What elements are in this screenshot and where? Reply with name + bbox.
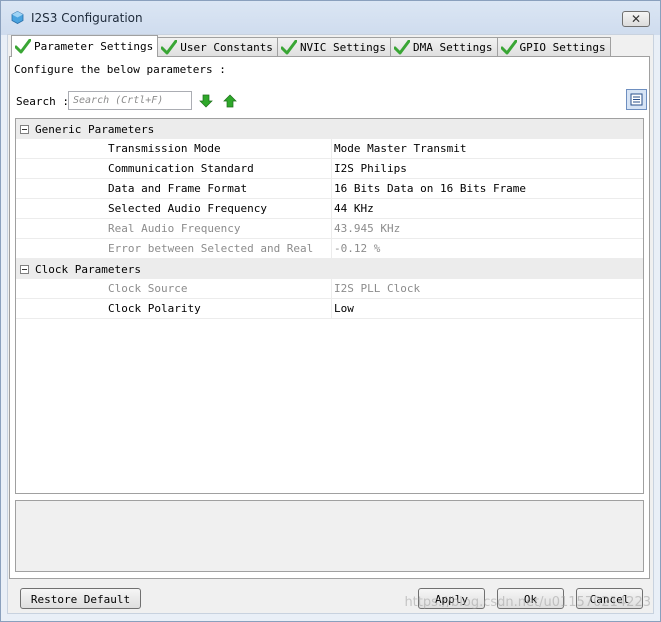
tab-nvic-settings[interactable]: NVIC Settings [276, 37, 392, 56]
collapse-icon[interactable] [20, 124, 29, 134]
list-view-icon [630, 93, 643, 106]
tab-gpio-settings[interactable]: GPIO Settings [496, 37, 611, 56]
group-title: Generic Parameters [35, 122, 155, 136]
tab-dma-settings[interactable]: DMA Settings [390, 37, 498, 56]
close-button[interactable]: ✕ [622, 11, 650, 27]
tab-label: Parameter Settings [34, 40, 154, 53]
description-box [15, 500, 644, 572]
param-row-transmission-mode[interactable]: Transmission Mode Mode Master Transmit [16, 139, 643, 159]
group-header-clock-parameters[interactable]: Clock Parameters [16, 259, 643, 279]
param-value[interactable]: Mode Master Transmit [332, 139, 466, 158]
param-value: -0.12 % [334, 242, 381, 255]
dialog-client: Parameter Settings User Constants NVIC S… [7, 34, 654, 614]
checkmark-icon [500, 39, 517, 54]
param-name: Transmission Mode [16, 139, 332, 158]
param-value[interactable]: 16 Bits Data on 16 Bits Frame [332, 179, 526, 198]
param-value[interactable]: Low [332, 299, 354, 318]
param-row-clock-polarity[interactable]: Clock Polarity Low [16, 299, 643, 319]
checkmark-icon [15, 39, 31, 54]
tab-label: DMA Settings [413, 40, 493, 54]
param-name: Selected Audio Frequency [16, 199, 332, 218]
param-name: Real Audio Frequency [16, 219, 332, 238]
param-value: 43.945 KHz [334, 222, 401, 235]
tab-label: NVIC Settings [299, 40, 387, 54]
param-name: Error between Selected and Real [16, 239, 332, 258]
cube-app-icon [11, 11, 24, 24]
search-input[interactable] [68, 91, 192, 110]
param-row-selected-audio-frequency[interactable]: Selected Audio Frequency 44 KHz [16, 199, 643, 219]
param-row-real-audio-frequency: Real Audio Frequency 43.945 KHz [16, 219, 643, 239]
restore-default-button[interactable]: Restore Default [20, 588, 141, 609]
tab-label: GPIO Settings [519, 40, 606, 54]
param-row-communication-standard[interactable]: Communication Standard I2S Philips [16, 159, 643, 179]
param-name: Communication Standard [16, 159, 332, 178]
param-name: Clock Polarity [16, 299, 332, 318]
checkmark-icon [280, 39, 297, 54]
window-title: I2S3 Configuration [31, 11, 143, 25]
param-value[interactable]: 44 KHz [332, 199, 374, 218]
tab-bar: Parameter Settings User Constants NVIC S… [11, 35, 611, 57]
instruction-label: Configure the below parameters : [14, 63, 226, 76]
group-title: Clock Parameters [35, 262, 141, 276]
param-row-data-frame-format[interactable]: Data and Frame Format 16 Bits Data on 16… [16, 179, 643, 199]
arrow-up-icon[interactable] [223, 94, 237, 108]
checkmark-icon [161, 39, 178, 54]
param-value: I2S PLL Clock [334, 282, 421, 295]
tab-label: User Constants [180, 40, 273, 54]
arrow-down-icon[interactable] [199, 94, 213, 108]
param-row-clock-source: Clock Source I2S PLL Clock [16, 279, 643, 299]
tab-user-constants[interactable]: User Constants [157, 37, 278, 56]
tab-parameter-settings[interactable]: Parameter Settings [11, 35, 159, 57]
checkmark-icon [394, 39, 411, 54]
list-view-button[interactable] [626, 89, 647, 110]
param-value[interactable]: I2S Philips [332, 159, 407, 178]
watermark-text: https://blog.csdn.net/u011570214223 [404, 595, 651, 610]
param-name: Clock Source [16, 279, 332, 298]
group-header-generic-parameters[interactable]: Generic Parameters [16, 119, 643, 139]
dialog-window: I2S3 Configuration ✕ Parameter Settings … [0, 0, 661, 622]
title-bar: I2S3 Configuration ✕ [1, 1, 660, 35]
close-icon: ✕ [630, 12, 642, 26]
parameter-grid: Generic Parameters Transmission Mode Mod… [15, 118, 644, 494]
collapse-icon[interactable] [20, 264, 29, 274]
param-name: Data and Frame Format [16, 179, 332, 198]
param-row-error-selected-real: Error between Selected and Real -0.12 % [16, 239, 643, 259]
search-label: Search : [16, 95, 69, 108]
parameter-settings-panel: Configure the below parameters : Search … [9, 56, 650, 579]
